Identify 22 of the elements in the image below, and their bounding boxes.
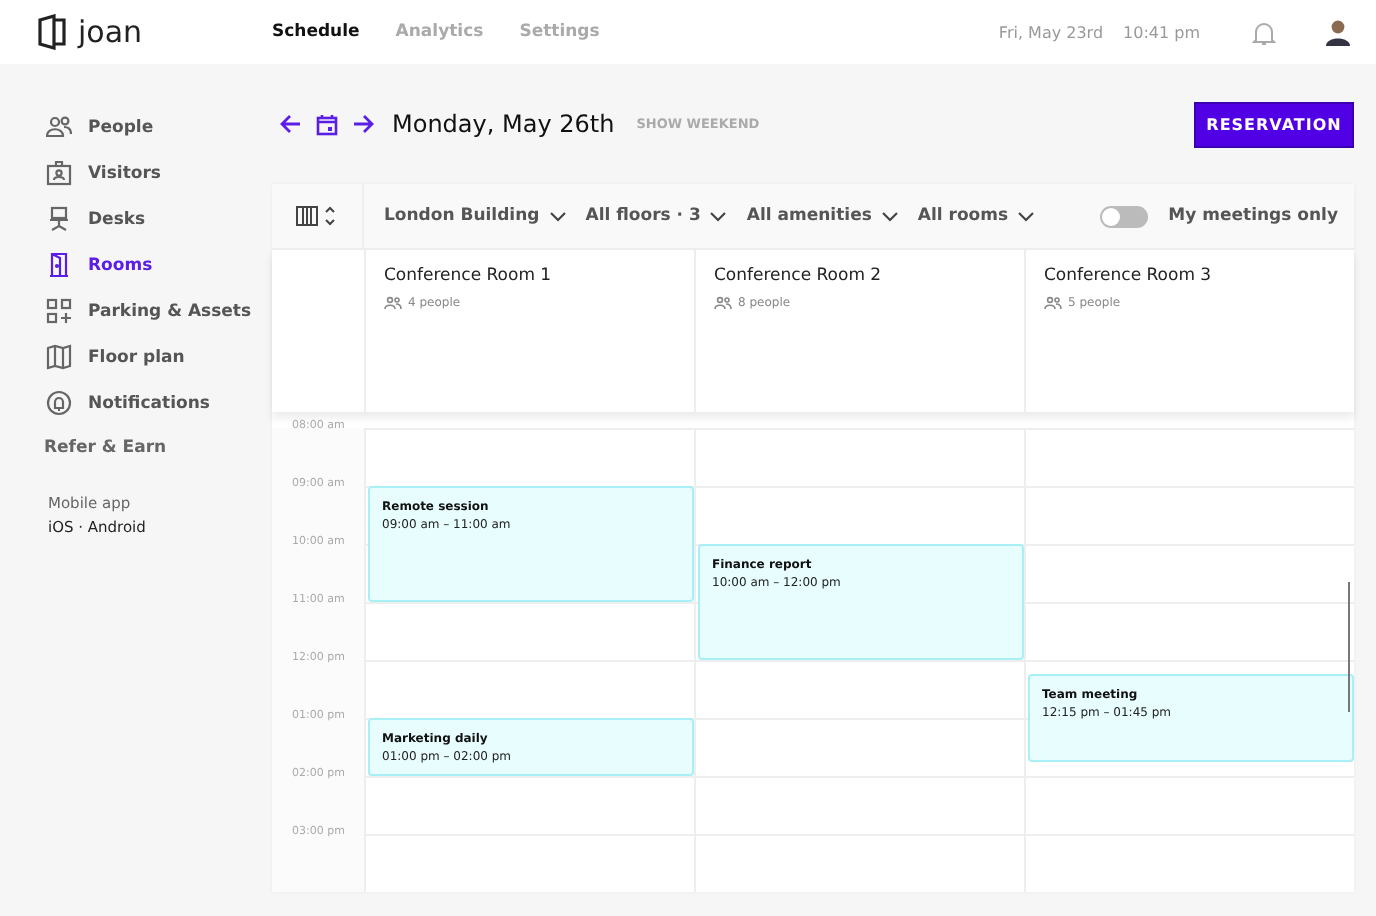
refer-link[interactable]: Refer & Earn xyxy=(44,438,167,458)
sidebar-item[interactable]: Desks xyxy=(0,196,272,242)
sidebar-item[interactable]: Visitors xyxy=(0,150,272,196)
filter-dropdown[interactable]: All floors · 3 xyxy=(585,206,727,226)
nav-tab[interactable]: Schedule xyxy=(272,22,360,42)
room-name: Conference Room 2 xyxy=(714,266,884,286)
current-date: Fri, May 23rd xyxy=(998,23,1104,41)
room-name: Conference Room 3 xyxy=(1044,266,1214,286)
sidebar-item[interactable]: Floor plan xyxy=(0,334,272,380)
current-time: 10:41 pm xyxy=(1123,23,1200,41)
sidebar-item[interactable]: People xyxy=(0,104,272,150)
sidebar-item[interactable]: Parking & Assets xyxy=(0,288,272,334)
sidebar-item[interactable]: Notifications xyxy=(0,380,272,426)
reservation-button[interactable]: RESERVATION xyxy=(1194,101,1354,147)
filter-dropdown[interactable]: All amenities xyxy=(746,206,898,226)
my-meetings-label: My meetings only xyxy=(1168,206,1338,226)
room-name: Conference Room 1 xyxy=(384,266,554,286)
schedule-date: Monday, May 26th xyxy=(392,110,615,138)
filter-dropdown[interactable]: London Building xyxy=(384,206,566,226)
sidebar-item[interactable]: Rooms xyxy=(0,242,272,288)
filter-dropdown[interactable]: All rooms xyxy=(917,206,1035,226)
logo-text: joan xyxy=(78,14,143,50)
